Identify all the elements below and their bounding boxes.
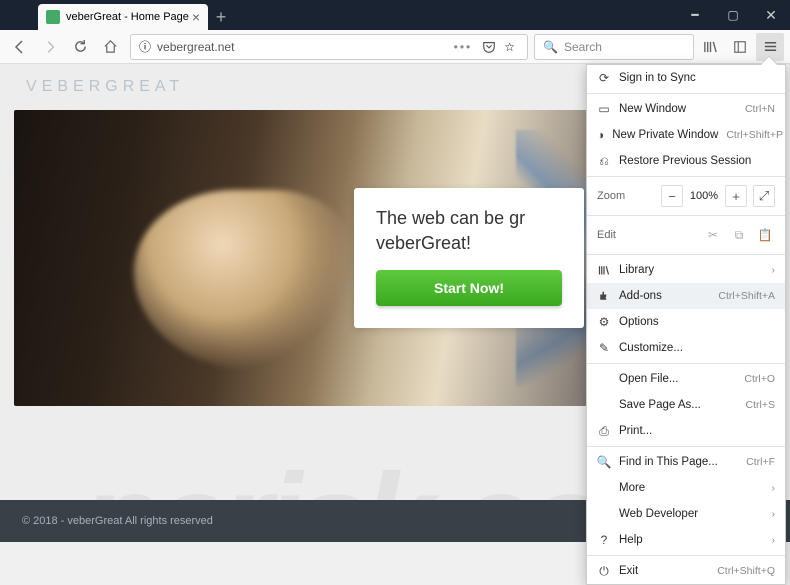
favicon <box>46 10 60 24</box>
address-bar[interactable]: ⓘ vebergreat.net ••• ☆ <box>130 34 528 60</box>
menu-find[interactable]: 🔍 Find in This Page... Ctrl+F <box>587 449 785 475</box>
menu-new-window[interactable]: ▭ New Window Ctrl+N <box>587 96 785 122</box>
titlebar: veberGreat - Home Page × + ━ ▢ ✕ <box>0 0 790 30</box>
chevron-right-icon: › <box>772 535 775 546</box>
forward-button[interactable] <box>36 33 64 61</box>
menu-help[interactable]: ? Help › <box>587 527 785 553</box>
hero-card: The web can be gr veberGreat! Start Now! <box>354 188 584 328</box>
zoom-value: 100% <box>689 190 719 202</box>
menu-open-file[interactable]: Open File... Ctrl+O <box>587 366 785 392</box>
search-icon: 🔍 <box>597 455 611 469</box>
menu-exit[interactable]: ⏻ Exit Ctrl+Shift+Q <box>587 558 785 584</box>
minimize-button[interactable]: ━ <box>676 0 714 30</box>
hero-text: The web can be gr veberGreat! <box>376 206 562 256</box>
browser-tab[interactable]: veberGreat - Home Page × <box>38 4 208 30</box>
chevron-right-icon: › <box>772 265 775 276</box>
chevron-right-icon: › <box>772 483 775 494</box>
new-tab-button[interactable]: + <box>208 4 234 30</box>
mask-icon: ◑ <box>597 128 604 142</box>
library-icon <box>597 264 611 276</box>
zoom-in-button[interactable]: + <box>725 185 747 207</box>
menu-edit-row: Edit ✂ ⧉ 📋 <box>587 218 785 252</box>
zoom-out-button[interactable]: − <box>661 185 683 207</box>
puzzle-icon <box>597 290 611 302</box>
window-icon: ▭ <box>597 102 611 116</box>
printer-icon: ⎙ <box>597 424 611 439</box>
cut-icon[interactable]: ✂ <box>703 225 723 245</box>
menu-options[interactable]: ⚙ Options <box>587 309 785 335</box>
footer-copyright: © 2018 - veberGreat All rights reserved <box>22 515 213 527</box>
close-window-button[interactable]: ✕ <box>752 0 790 30</box>
site-logo: VEBERGREAT <box>26 78 184 96</box>
url-text: vebergreat.net <box>157 40 448 54</box>
app-menu-panel: ⟳ Sign in to Sync ▭ New Window Ctrl+N ◑ … <box>586 64 786 585</box>
menu-customize[interactable]: ✎ Customize... <box>587 335 785 361</box>
window-controls: ━ ▢ ✕ <box>676 0 790 30</box>
search-placeholder: Search <box>564 40 602 54</box>
close-tab-icon[interactable]: × <box>192 9 200 25</box>
reload-button[interactable] <box>66 33 94 61</box>
menu-zoom-row: Zoom − 100% + ⤢ <box>587 179 785 213</box>
menu-addons[interactable]: Add-ons Ctrl+Shift+A <box>587 283 785 309</box>
tab-title: veberGreat - Home Page <box>66 11 192 23</box>
back-button[interactable] <box>6 33 34 61</box>
menu-restore-session[interactable]: ⎌ Restore Previous Session <box>587 148 785 174</box>
menu-web-developer[interactable]: Web Developer › <box>587 501 785 527</box>
maximize-button[interactable]: ▢ <box>714 0 752 30</box>
sync-icon: ⟳ <box>597 71 611 85</box>
start-now-button[interactable]: Start Now! <box>376 270 562 306</box>
chevron-right-icon: › <box>772 509 775 520</box>
toolbar: ⓘ vebergreat.net ••• ☆ 🔍 Search <box>0 30 790 64</box>
restore-icon: ⎌ <box>597 154 611 169</box>
pocket-icon[interactable] <box>482 40 496 54</box>
fullscreen-button[interactable]: ⤢ <box>753 185 775 207</box>
search-icon: 🔍 <box>543 40 558 54</box>
help-icon: ? <box>597 533 611 547</box>
menu-new-private[interactable]: ◑ New Private Window Ctrl+Shift+P <box>587 122 785 148</box>
gear-icon: ⚙ <box>597 315 611 329</box>
home-button[interactable] <box>96 33 124 61</box>
menu-save-page[interactable]: Save Page As... Ctrl+S <box>587 392 785 418</box>
paintbrush-icon: ✎ <box>597 341 611 355</box>
search-input[interactable]: 🔍 Search <box>534 34 694 60</box>
library-button[interactable] <box>696 33 724 61</box>
bookmark-star-icon[interactable]: ☆ <box>504 40 515 54</box>
copy-icon[interactable]: ⧉ <box>729 225 749 245</box>
paste-icon[interactable]: 📋 <box>755 225 775 245</box>
menu-library[interactable]: Library › <box>587 257 785 283</box>
site-info-icon[interactable]: ⓘ <box>139 38 151 55</box>
power-icon: ⏻ <box>597 564 611 579</box>
page-actions-icon[interactable]: ••• <box>454 40 473 54</box>
menu-more[interactable]: More › <box>587 475 785 501</box>
menu-print[interactable]: ⎙ Print... <box>587 418 785 444</box>
menu-sign-in[interactable]: ⟳ Sign in to Sync <box>587 65 785 91</box>
sidebars-button[interactable] <box>726 33 754 61</box>
